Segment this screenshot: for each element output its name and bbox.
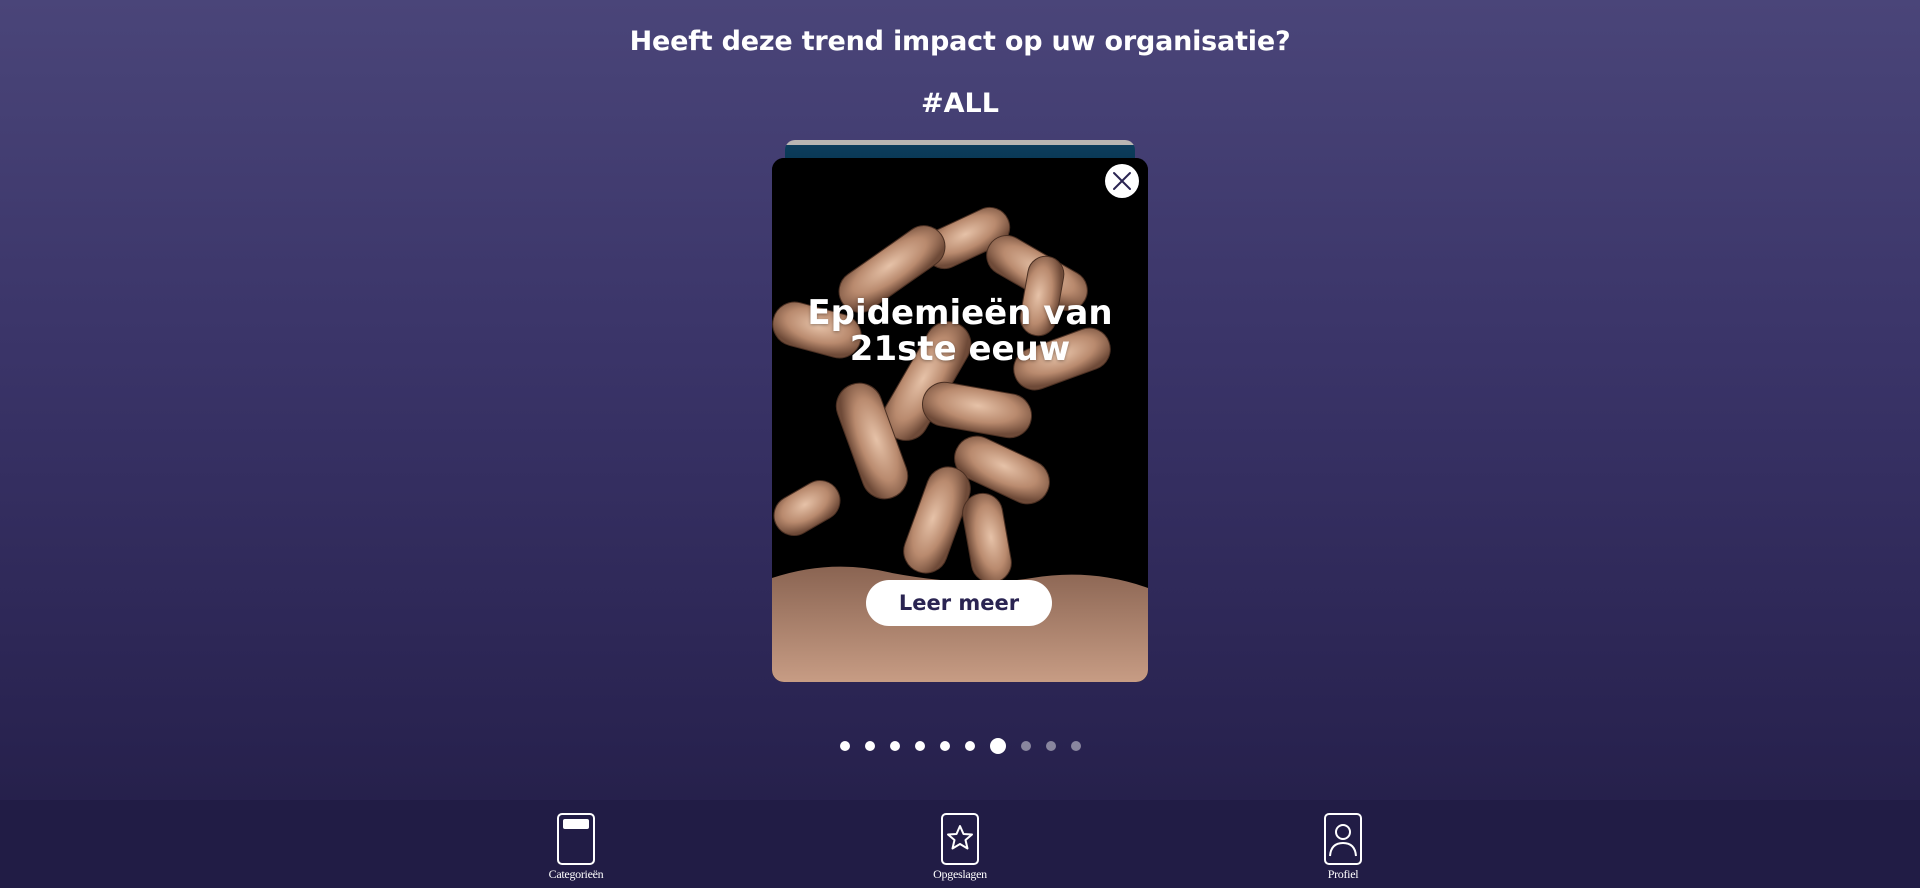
star-icon — [941, 813, 979, 865]
nav-label-profile: Profiel — [1327, 867, 1359, 881]
pagination-dot-active[interactable] — [989, 738, 1006, 754]
card-icon — [557, 813, 595, 865]
pagination-dot[interactable] — [964, 741, 975, 751]
profile-icon — [1324, 813, 1362, 865]
card-title: Epidemieën van 21ste eeuw — [807, 293, 1113, 369]
bottom-nav: Categorieën Opgeslagen Profiel — [0, 800, 1920, 888]
close-button[interactable] — [1105, 164, 1139, 198]
pagination-dot[interactable] — [889, 741, 900, 751]
category-tag: #ALL — [921, 88, 999, 119]
pagination-dot[interactable] — [1070, 741, 1081, 751]
pagination-dots — [0, 738, 1920, 754]
close-icon — [1113, 172, 1131, 190]
learn-more-button[interactable]: Leer meer — [866, 580, 1052, 626]
nav-item-categories[interactable]: Categorieën — [516, 812, 636, 882]
trend-card[interactable]: Epidemieën van 21ste eeuw Leer meer — [772, 158, 1148, 682]
nav-item-saved[interactable]: Opgeslagen — [900, 812, 1020, 882]
pagination-dot[interactable] — [864, 741, 875, 751]
nav-label-saved: Opgeslagen — [933, 867, 987, 881]
pagination-dot[interactable] — [939, 741, 950, 751]
pagination-dot[interactable] — [914, 741, 925, 751]
nav-item-profile[interactable]: Profiel — [1283, 812, 1403, 882]
pagination-dot[interactable] — [839, 741, 850, 751]
pagination-dot[interactable] — [1045, 741, 1056, 751]
page-question: Heeft deze trend impact op uw organisati… — [629, 26, 1291, 57]
pagination-dot[interactable] — [1020, 741, 1031, 751]
nav-label-categories: Categorieën — [548, 867, 604, 881]
